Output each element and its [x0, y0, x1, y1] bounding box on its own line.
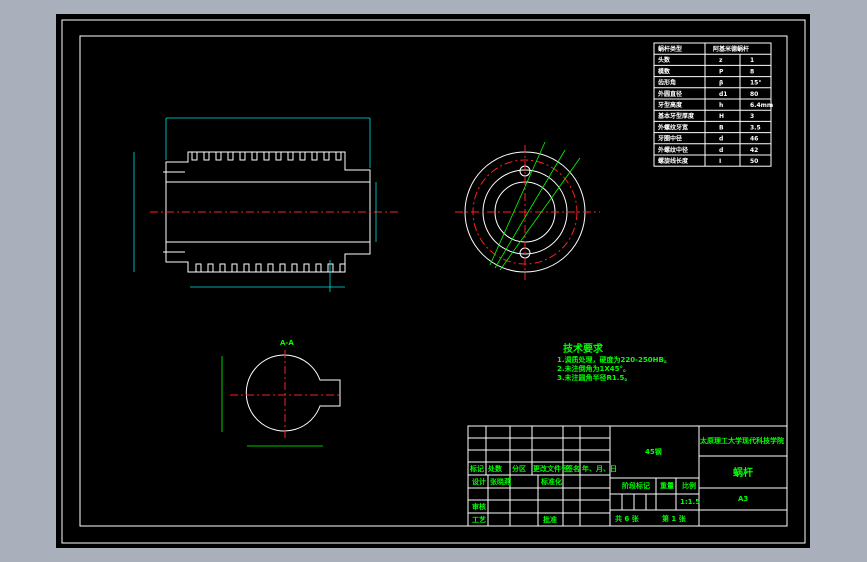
rev-header: 年、月、日: [582, 464, 617, 473]
worm-tooth-gap: [311, 151, 318, 161]
table-cell: 头数: [658, 56, 671, 64]
worm-tooth-gap: [339, 263, 346, 273]
drawing-canvas: [56, 14, 810, 548]
stage-label: 阶段标记: [622, 481, 650, 490]
worm-tooth-gap: [231, 263, 238, 273]
weight-label: 重量: [660, 481, 674, 490]
drawing-number: A3: [738, 495, 748, 503]
table-cell: 外螺纹牙宽: [657, 123, 688, 131]
worm-tooth-gap: [279, 263, 286, 273]
table-cell: 牙型高度: [658, 101, 683, 109]
worm-tooth-gap: [287, 151, 294, 161]
table-cell: 外圆直径: [657, 90, 682, 98]
table-cell: P: [719, 68, 724, 75]
table-cell: 牙圈中径: [658, 135, 682, 143]
table-cell: B: [719, 124, 724, 131]
worm-tooth-gap: [335, 151, 342, 161]
worm-tooth-gap: [219, 263, 226, 273]
part-name: 蜗杆: [733, 466, 753, 479]
worm-tooth-gap: [203, 151, 210, 161]
worm-tooth-gap: [275, 151, 282, 161]
rev-header: 处数: [487, 464, 503, 473]
table-cell: d: [719, 147, 723, 154]
table-cell: 1: [750, 57, 754, 64]
standard-label: 标准化: [540, 477, 562, 486]
table-cell: 外螺纹中径: [657, 146, 688, 154]
table-cell: 螺旋线长度: [658, 157, 689, 165]
worm-tooth-gap: [303, 263, 310, 273]
table-cell: 模数: [658, 67, 671, 75]
worm-tooth-gap: [255, 263, 262, 273]
worm-tooth-gap: [215, 151, 222, 161]
worm-tooth-gap: [251, 151, 258, 161]
worm-tooth-gap: [291, 263, 298, 273]
sheet-number: 第 1 张: [662, 514, 687, 523]
approve-label: 批准: [543, 515, 557, 524]
table-cell: 42: [750, 147, 758, 154]
table-header: 蜗杆类型: [658, 45, 682, 53]
table-cell: 15°: [750, 80, 761, 87]
tech-req-item: 2.未注倒角为1X45°。: [557, 364, 630, 373]
table-cell: I: [719, 158, 721, 165]
worm-tooth-gap: [243, 263, 250, 273]
table-cell: d: [719, 136, 723, 143]
tech-req-title: 技术要求: [563, 342, 604, 355]
sheet-total: 共 6 张: [615, 514, 640, 523]
table-cell: H: [719, 113, 724, 120]
cad-drawing: A-A 技术要求 1.调质处理，硬度为220-250HB。 2.未注倒角为1X4…: [56, 14, 810, 548]
worm-tooth-gap: [195, 263, 202, 273]
section-label: A-A: [280, 339, 294, 347]
table-cell: β: [719, 80, 724, 87]
table-cell: 80: [750, 91, 758, 98]
review-label: 审核: [472, 502, 486, 511]
table-cell: 齿形角: [658, 79, 676, 87]
table-cell: 基本牙型厚度: [657, 112, 695, 120]
tech-req-item: 3.未注圆角半径R1.5。: [557, 373, 631, 382]
scale-label: 比例: [682, 481, 696, 490]
rev-header: 签名: [565, 464, 580, 473]
rev-header: 更改文件号: [533, 464, 568, 473]
worm-tooth-gap: [315, 263, 322, 273]
worm-tooth-gap: [239, 151, 246, 161]
designer-name: 张晓燕: [490, 477, 511, 486]
worm-tooth-gap: [207, 263, 214, 273]
worm-tooth-gap: [227, 151, 234, 161]
worm-tooth-gap: [191, 151, 198, 161]
worm-tooth-gap: [323, 151, 330, 161]
table-cell: 50: [750, 158, 758, 165]
table-cell: 46: [750, 136, 758, 143]
tech-req-item: 1.调质处理，硬度为220-250HB。: [557, 355, 671, 364]
table-header: 阿基米德蜗杆: [713, 45, 749, 53]
worm-tooth-gap: [267, 263, 274, 273]
school-name: 太原理工大学现代科技学院: [700, 436, 784, 445]
scale-value: 1:1.5: [680, 498, 700, 506]
table-cell: h: [719, 102, 723, 109]
table-cell: 6.4mm: [750, 102, 773, 109]
worm-tooth-gap: [263, 151, 270, 161]
process-label: 工艺: [472, 515, 486, 524]
rev-header: 分区: [512, 464, 526, 473]
table-cell: z: [719, 57, 723, 64]
table-cell: d1: [719, 91, 727, 98]
design-label: 设计: [472, 477, 486, 486]
table-cell: 3.5: [750, 124, 761, 131]
worm-tooth-gap: [327, 263, 334, 273]
material: 45钢: [645, 447, 662, 456]
table-cell: 3: [750, 113, 754, 120]
worm-tooth-gap: [299, 151, 306, 161]
table-cell: 8: [750, 68, 754, 75]
rev-header: 标记: [469, 464, 484, 473]
